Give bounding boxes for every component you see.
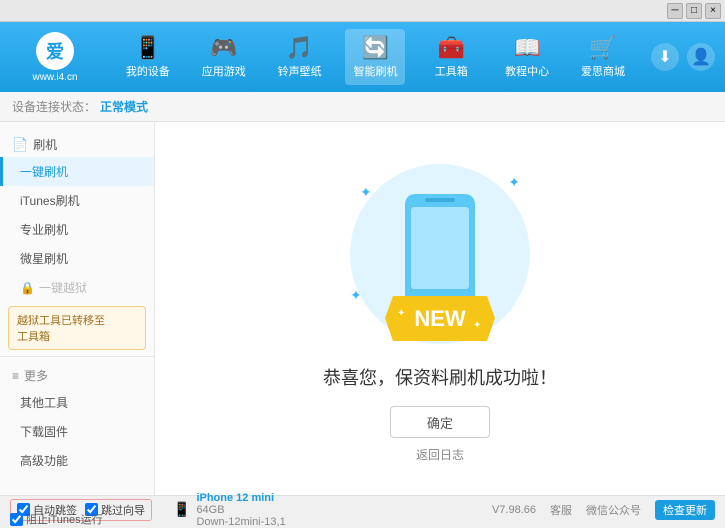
svg-text:NEW: NEW xyxy=(414,306,466,331)
svg-text:✦: ✦ xyxy=(397,308,405,319)
nav-my-device-label: 我的设备 xyxy=(126,63,170,79)
main-area: 📄 刷机 一键刷机 iTunes刷机 专业刷机 微星刷机 🔒 一键越狱 越狱工具… xyxy=(0,122,725,495)
bottom-bar: 自动跳签 跳过向导 📱 iPhone 12 mini 64GB Down-12m… xyxy=(0,495,725,523)
customer-service-link[interactable]: 客服 xyxy=(550,502,572,518)
lock-icon: 🔒 xyxy=(20,281,35,295)
user-button[interactable]: 👤 xyxy=(687,43,715,71)
toolbox-icon: 🧰 xyxy=(438,35,465,61)
sidebar-section-flash: 📄 刷机 xyxy=(0,130,154,157)
sidebar-item-jailbreak-disabled: 🔒 一键越狱 xyxy=(0,273,154,302)
nav-flash-label: 智能刷机 xyxy=(353,63,397,79)
nav-toolbox-label: 工具箱 xyxy=(435,63,468,79)
nav-ringtones[interactable]: 🎵 铃声壁纸 xyxy=(270,29,330,85)
confirm-button[interactable]: 确定 xyxy=(390,406,490,438)
device-name: iPhone 12 mini xyxy=(196,492,274,504)
svg-text:✦: ✦ xyxy=(473,320,481,331)
sidebar-item-other-tools[interactable]: 其他工具 xyxy=(0,388,154,417)
version-label: V7.98.66 xyxy=(492,504,536,516)
sidebar-item-itunes-flash[interactable]: iTunes刷机 xyxy=(0,186,154,215)
status-label: 设备连接状态： xyxy=(12,98,96,115)
sparkle-top-left: ✦ xyxy=(360,184,372,201)
nav-toolbox[interactable]: 🧰 工具箱 xyxy=(421,29,481,85)
window-controls[interactable]: ─ □ × xyxy=(667,3,721,19)
success-message: 恭喜您，保资料刷机成功啦！ xyxy=(323,364,557,390)
tutorials-icon: 📖 xyxy=(513,35,540,61)
nav-tutorials-label: 教程中心 xyxy=(505,63,549,79)
warning-text: 越狱工具已转移至工具箱 xyxy=(17,315,105,343)
skip-wizard-label: 跳过向导 xyxy=(101,502,145,518)
title-bar: ─ □ × xyxy=(0,0,725,22)
re-flash-link[interactable]: 返回日志 xyxy=(416,446,464,463)
bottom-device-info: 📱 iPhone 12 mini 64GB Down-12mini-13,1 xyxy=(173,492,286,528)
device-storage: 64GB xyxy=(196,504,224,516)
ringtones-icon: 🎵 xyxy=(286,35,313,61)
apps-icon: 🎮 xyxy=(210,35,237,61)
stop-itunes-checkbox[interactable] xyxy=(10,513,23,526)
sidebar-item-download-firmware[interactable]: 下载固件 xyxy=(0,417,154,446)
shop-icon: 🛒 xyxy=(589,35,616,61)
header: 爱 www.i4.cn 📱 我的设备 🎮 应用游戏 🎵 铃声壁纸 🔄 智能刷机 … xyxy=(0,22,725,92)
flash-section-icon: 📄 xyxy=(12,137,28,153)
download-button[interactable]: ⬇ xyxy=(651,43,679,71)
sidebar-more-label: 更多 xyxy=(24,367,48,384)
sidebar-item-onekey-flash[interactable]: 一键刷机 xyxy=(0,157,154,186)
new-badge-svg: NEW ✦ ✦ xyxy=(385,296,495,341)
bottom-right: V7.98.66 客服 微信公众号 检查更新 xyxy=(492,500,715,520)
nav-apps-label: 应用游戏 xyxy=(202,63,246,79)
nav-flash[interactable]: 🔄 智能刷机 xyxy=(345,29,405,85)
sidebar-more-header: ≡ 更多 xyxy=(0,363,154,388)
device-details: iPhone 12 mini 64GB Down-12mini-13,1 xyxy=(196,492,285,528)
logo-area: 爱 www.i4.cn xyxy=(10,32,100,83)
nav-bar: 📱 我的设备 🎮 应用游戏 🎵 铃声壁纸 🔄 智能刷机 🧰 工具箱 📖 教程中心… xyxy=(110,29,641,85)
header-right-buttons: ⬇ 👤 xyxy=(651,43,715,71)
close-button[interactable]: × xyxy=(705,3,721,19)
flash-icon: 🔄 xyxy=(362,35,389,61)
nav-tutorials[interactable]: 📖 教程中心 xyxy=(497,29,557,85)
logo-icon: 爱 xyxy=(36,32,74,70)
success-illustration: ✦ ✦ ✦ NEW ✦ ✦ xyxy=(340,154,540,354)
status-bar: 设备连接状态： 正常模式 xyxy=(0,92,725,122)
nav-shop[interactable]: 🛒 爱思商城 xyxy=(573,29,633,85)
my-device-icon: 📱 xyxy=(134,35,161,61)
nav-ringtones-label: 铃声壁纸 xyxy=(278,63,322,79)
sidebar-item-advanced[interactable]: 高级功能 xyxy=(0,446,154,475)
new-badge-container: NEW ✦ ✦ xyxy=(385,296,495,344)
sidebar-divider xyxy=(0,356,154,357)
content-area: ✦ ✦ ✦ NEW ✦ ✦ 恭喜您，保资料刷机成功啦！ 确定 返回日志 xyxy=(155,122,725,495)
minimize-button[interactable]: ─ xyxy=(667,3,683,19)
sidebar-item-micro-flash[interactable]: 微星刷机 xyxy=(0,244,154,273)
device-icon: 📱 xyxy=(173,501,190,518)
nav-my-device[interactable]: 📱 我的设备 xyxy=(118,29,178,85)
maximize-button[interactable]: □ xyxy=(686,3,702,19)
sparkle-bottom-left: ✦ xyxy=(350,287,362,304)
nav-apps[interactable]: 🎮 应用游戏 xyxy=(194,29,254,85)
logo-url: www.i4.cn xyxy=(32,72,77,83)
sidebar: 📄 刷机 一键刷机 iTunes刷机 专业刷机 微星刷机 🔒 一键越狱 越狱工具… xyxy=(0,122,155,495)
sidebar-warning-box: 越狱工具已转移至工具箱 xyxy=(8,306,146,350)
sidebar-item-pro-flash[interactable]: 专业刷机 xyxy=(0,215,154,244)
nav-shop-label: 爱思商城 xyxy=(581,63,625,79)
status-value: 正常模式 xyxy=(100,98,148,115)
check-update-button[interactable]: 检查更新 xyxy=(655,500,715,520)
stop-itunes-container: 阻止iTunes运行 xyxy=(10,511,103,527)
stop-itunes-label: 阻止iTunes运行 xyxy=(26,511,103,527)
more-header-icon: ≡ xyxy=(12,369,19,383)
sidebar-section-flash-label: 刷机 xyxy=(33,136,57,153)
wechat-public-link[interactable]: 微信公众号 xyxy=(586,502,641,518)
sparkle-top-right: ✦ xyxy=(508,174,520,191)
device-model: Down-12mini-13,1 xyxy=(196,516,285,528)
